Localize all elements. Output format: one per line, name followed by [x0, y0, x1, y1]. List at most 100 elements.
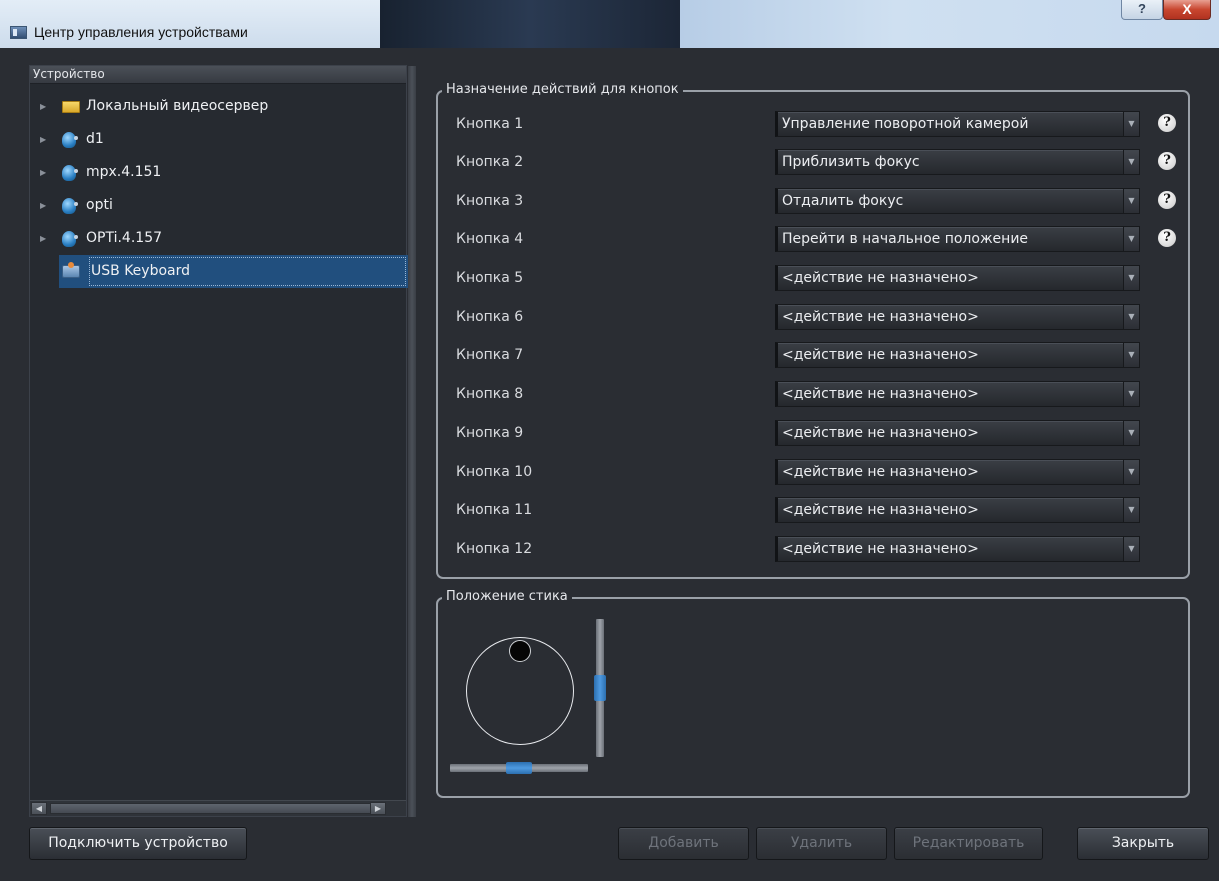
button-row: Кнопка 8 <действие не назначено> ▼	[438, 380, 1188, 410]
horizontal-scrollbar[interactable]: ◀ ▶	[30, 800, 406, 816]
chevron-down-icon[interactable]: ▼	[1123, 460, 1139, 484]
tree-item-mpx[interactable]: ▶ mpx.4.151	[30, 156, 406, 189]
help-icon[interactable]: ?	[1158, 191, 1176, 209]
button-label: Кнопка 11	[456, 502, 533, 518]
action-dropdown[interactable]: <действие не назначено> ▼	[775, 342, 1140, 368]
action-dropdown[interactable]: <действие не назначено> ▼	[775, 420, 1140, 446]
tree-item-label: USB Keyboard	[91, 263, 190, 279]
tree-item-opti-4-157[interactable]: ▶ OPTi.4.157	[30, 222, 406, 255]
dropdown-value: <действие не назначено>	[782, 425, 979, 441]
app-icon	[10, 26, 27, 39]
button-row: Кнопка 6 <действие не назначено> ▼	[438, 303, 1188, 333]
dropdown-value: Перейти в начальное положение	[782, 231, 1029, 247]
camera-icon	[62, 198, 78, 214]
device-tree: Устройство ▶ Локальный видеосервер ▶ d1 …	[29, 65, 408, 817]
horizontal-slider[interactable]	[450, 762, 588, 774]
chevron-down-icon[interactable]: ▼	[1123, 266, 1139, 290]
device-tree-header[interactable]: Устройство	[30, 66, 406, 84]
dropdown-value: Приблизить фокус	[782, 154, 920, 170]
chevron-down-icon[interactable]: ▼	[1123, 421, 1139, 445]
button-label: Кнопка 5	[456, 270, 524, 286]
panel-splitter[interactable]	[408, 66, 416, 817]
delete-button[interactable]: Удалить	[756, 827, 887, 860]
button-row: Кнопка 12 <действие не назначено> ▼	[438, 535, 1188, 565]
help-button[interactable]: ?	[1121, 0, 1163, 20]
dropdown-value: <действие не назначено>	[782, 347, 979, 363]
horizontal-slider-handle[interactable]	[506, 762, 532, 774]
title-bar-background	[380, 0, 680, 48]
button-label: Кнопка 7	[456, 347, 524, 363]
scroll-left-icon[interactable]: ◀	[31, 802, 47, 815]
action-dropdown[interactable]: <действие не назначено> ▼	[775, 459, 1140, 485]
edit-button[interactable]: Редактировать	[894, 827, 1043, 860]
button-label: Кнопка 2	[456, 154, 524, 170]
tree-item-local-server[interactable]: ▶ Локальный видеосервер	[30, 90, 406, 123]
help-icon[interactable]: ?	[1158, 114, 1176, 132]
expand-arrow-icon[interactable]: ▶	[40, 222, 46, 255]
button-row: Кнопка 7 <действие не назначено> ▼	[438, 341, 1188, 371]
action-dropdown[interactable]: <действие не назначено> ▼	[775, 381, 1140, 407]
keyboard-icon	[62, 262, 80, 278]
dropdown-value: <действие не назначено>	[782, 309, 979, 325]
button-label: Кнопка 1	[456, 116, 524, 132]
tree-item-d1[interactable]: ▶ d1	[30, 123, 406, 156]
button-assignment-group: Назначение действий для кнопок Кнопка 1 …	[436, 82, 1190, 579]
chevron-down-icon[interactable]: ▼	[1123, 382, 1139, 406]
chevron-down-icon[interactable]: ▼	[1123, 305, 1139, 329]
help-icon[interactable]: ?	[1158, 152, 1176, 170]
chevron-down-icon[interactable]: ▼	[1123, 150, 1139, 174]
title-bar: Центр управления устройствами ? X	[0, 0, 1219, 48]
chevron-down-icon[interactable]: ▼	[1123, 498, 1139, 522]
button-row: Кнопка 11 <действие не назначено> ▼	[438, 496, 1188, 526]
stick-position-group: Положение стика	[436, 589, 1190, 798]
expand-arrow-icon[interactable]: ▶	[40, 156, 46, 189]
camera-icon	[62, 231, 78, 247]
expand-arrow-icon[interactable]: ▶	[40, 189, 46, 222]
action-dropdown[interactable]: Перейти в начальное положение ▼	[775, 226, 1140, 252]
button-row: Кнопка 2 Приблизить фокус ▼ ?	[438, 148, 1188, 178]
button-row: Кнопка 9 <действие не назначено> ▼	[438, 419, 1188, 449]
action-dropdown[interactable]: <действие не назначено> ▼	[775, 265, 1140, 291]
group-title: Положение стика	[442, 589, 572, 605]
chevron-down-icon[interactable]: ▼	[1123, 189, 1139, 213]
dropdown-value: <действие не назначено>	[782, 541, 979, 557]
action-dropdown[interactable]: <действие не назначено> ▼	[775, 304, 1140, 330]
add-button[interactable]: Добавить	[618, 827, 749, 860]
button-label: Кнопка 6	[456, 309, 524, 325]
action-dropdown[interactable]: Управление поворотной камерой ▼	[775, 111, 1140, 137]
tree-item-label: Локальный видеосервер	[86, 98, 269, 114]
button-label: Кнопка 3	[456, 193, 524, 209]
chevron-down-icon[interactable]: ▼	[1123, 537, 1139, 561]
help-icon[interactable]: ?	[1158, 229, 1176, 247]
vertical-slider[interactable]	[594, 619, 606, 757]
action-dropdown[interactable]: <действие не назначено> ▼	[775, 497, 1140, 523]
chevron-down-icon[interactable]: ▼	[1123, 343, 1139, 367]
action-dropdown[interactable]: Отдалить фокус ▼	[775, 188, 1140, 214]
dropdown-value: Отдалить фокус	[782, 193, 904, 209]
close-button[interactable]: Закрыть	[1077, 827, 1209, 860]
button-row: Кнопка 4 Перейти в начальное положение ▼…	[438, 225, 1188, 255]
action-dropdown[interactable]: Приблизить фокус ▼	[775, 149, 1140, 175]
tree-item-label: d1	[86, 131, 104, 147]
button-row: Кнопка 5 <действие не назначено> ▼	[438, 264, 1188, 294]
folder-icon	[62, 101, 80, 113]
camera-icon	[62, 132, 78, 148]
expand-arrow-icon[interactable]: ▶	[40, 90, 46, 123]
scroll-right-icon[interactable]: ▶	[370, 802, 386, 815]
tree-item-opti[interactable]: ▶ opti	[30, 189, 406, 222]
button-row: Кнопка 10 <действие не назначено> ▼	[438, 458, 1188, 488]
action-dropdown[interactable]: <действие не назначено> ▼	[775, 536, 1140, 562]
connect-device-button[interactable]: Подключить устройство	[29, 827, 247, 860]
vertical-slider-handle[interactable]	[594, 675, 606, 701]
close-window-button[interactable]: X	[1163, 0, 1211, 20]
scrollbar-thumb[interactable]	[50, 803, 380, 814]
button-label: Кнопка 10	[456, 464, 533, 480]
dropdown-value: Управление поворотной камерой	[782, 116, 1029, 132]
tree-item-label: mpx.4.151	[86, 164, 162, 180]
expand-arrow-icon[interactable]: ▶	[40, 123, 46, 156]
tree-item-label: OPTi.4.157	[86, 230, 163, 246]
button-label: Кнопка 8	[456, 386, 524, 402]
tree-item-usb-keyboard[interactable]: USB Keyboard	[59, 255, 408, 288]
chevron-down-icon[interactable]: ▼	[1123, 112, 1139, 136]
chevron-down-icon[interactable]: ▼	[1123, 227, 1139, 251]
